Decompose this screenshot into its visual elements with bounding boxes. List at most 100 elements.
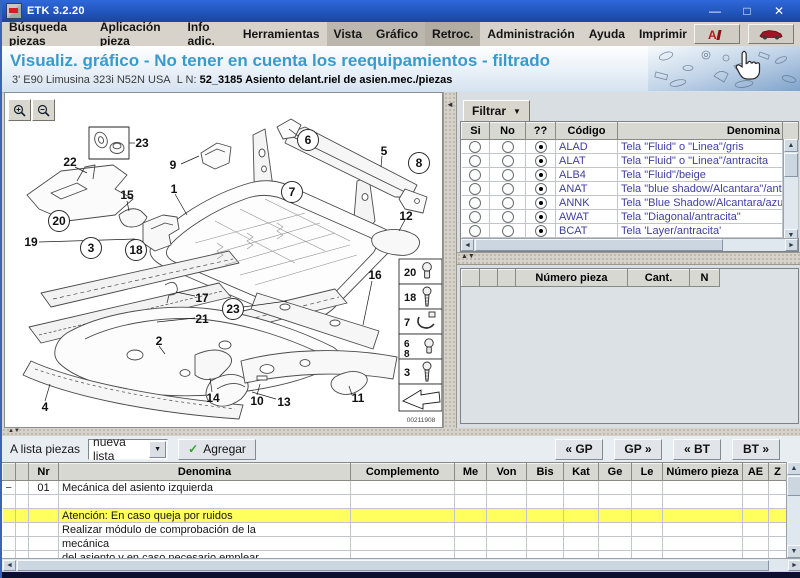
menu-herramientas[interactable]: Herramientas: [236, 22, 327, 46]
bt-col-complemento[interactable]: Complemento: [351, 464, 455, 481]
splitter-collapse-icon[interactable]: ◄: [446, 100, 454, 109]
col-denomina[interactable]: Denomina: [618, 123, 783, 140]
bottom-table-row[interactable]: mecánica: [3, 537, 787, 551]
zoom-in-button[interactable]: [8, 99, 31, 121]
parts-col-n[interactable]: N: [690, 270, 720, 287]
close-button[interactable]: ✕: [770, 4, 788, 18]
radio-unknown[interactable]: [535, 211, 547, 223]
parts-col-numero[interactable]: Número pieza: [516, 270, 628, 287]
radio-si[interactable]: [469, 155, 481, 167]
menu-vista[interactable]: Vista: [327, 22, 369, 46]
scroll-left-icon[interactable]: ◄: [461, 239, 474, 251]
bt-col-le[interactable]: Le: [632, 464, 663, 481]
next-gp-button[interactable]: GP »: [614, 439, 662, 460]
agregar-button[interactable]: ✓ Agregar: [178, 439, 256, 460]
right-horizontal-splitter[interactable]: ▲▼: [457, 252, 800, 265]
bt-col-me[interactable]: Me: [455, 464, 487, 481]
col-si[interactable]: Si: [462, 123, 490, 140]
filter-vscrollbar[interactable]: ▲ ▼: [783, 139, 798, 242]
radio-si[interactable]: [469, 211, 481, 223]
chevron-down-icon[interactable]: ▼: [149, 441, 166, 458]
bt-col-numero-pieza[interactable]: Número pieza: [663, 464, 743, 481]
splitter-arrows-icon[interactable]: ▲▼: [8, 428, 20, 434]
menu-info-adic[interactable]: Info adic.: [181, 22, 236, 46]
bt-col-von[interactable]: Von: [487, 464, 527, 481]
bt-col-kat[interactable]: Kat: [564, 464, 599, 481]
radio-unknown[interactable]: [535, 225, 547, 237]
radio-si[interactable]: [469, 225, 481, 237]
radio-no[interactable]: [502, 141, 514, 153]
radio-si[interactable]: [469, 141, 481, 153]
maximize-button[interactable]: □: [738, 4, 756, 18]
scroll-right-icon[interactable]: ►: [785, 239, 798, 251]
filter-row[interactable]: ALATTela "Fluid" o "Linea"/antracita: [462, 154, 799, 168]
bt-col-nr[interactable]: Nr: [29, 464, 59, 481]
bottom-vscroll-thumb[interactable]: [787, 476, 800, 496]
vertical-splitter[interactable]: ◄: [443, 92, 457, 428]
scroll-up-icon[interactable]: ▲: [787, 462, 800, 475]
filter-vscroll-thumb[interactable]: [784, 153, 798, 177]
scroll-right-icon[interactable]: ►: [788, 560, 800, 571]
bottom-table-row[interactable]: [3, 495, 787, 509]
list-toolbar: A lista piezas nueva lista ▼ ✓ Agregar «…: [2, 436, 800, 463]
parts-col-cant[interactable]: Cant.: [628, 270, 690, 287]
filter-row[interactable]: AWATTela "Diagonal/antracita": [462, 210, 799, 224]
radio-no[interactable]: [502, 183, 514, 195]
next-bt-button[interactable]: BT »: [732, 439, 780, 460]
splitter-arrows-icon[interactable]: ▲▼: [461, 253, 475, 260]
radio-unknown[interactable]: [535, 141, 547, 153]
radio-unknown[interactable]: [535, 183, 547, 195]
radio-si[interactable]: [469, 183, 481, 195]
radio-unknown[interactable]: [535, 155, 547, 167]
filtrar-button[interactable]: Filtrar ▼: [463, 100, 530, 122]
bt-col-ae[interactable]: AE: [743, 464, 769, 481]
radio-no[interactable]: [502, 169, 514, 181]
bottom-table-row[interactable]: Realizar módulo de comprobación de la: [3, 523, 787, 537]
filter-row[interactable]: ANNKTela "Blue Shadow/Alcantara/azul a: [462, 196, 799, 210]
col-no[interactable]: No: [490, 123, 526, 140]
radio-unknown[interactable]: [535, 197, 547, 209]
radio-si[interactable]: [469, 169, 481, 181]
scroll-up-icon[interactable]: ▲: [784, 139, 798, 152]
radio-no[interactable]: [502, 211, 514, 223]
radio-no[interactable]: [502, 155, 514, 167]
filter-hscrollbar[interactable]: ◄ ►: [461, 238, 798, 251]
bottom-table-row[interactable]: −01Mecánica del asiento izquierda: [3, 481, 787, 495]
bottom-vscrollbar[interactable]: ▲ ▼: [786, 462, 800, 558]
vehicle-button[interactable]: [748, 24, 794, 44]
filter-row[interactable]: ALADTela "Fluid" o "Linea"/gris: [462, 140, 799, 154]
filter-hscroll-thumb[interactable]: [475, 239, 723, 251]
bt-col-ge[interactable]: Ge: [599, 464, 632, 481]
zoom-out-button[interactable]: [32, 99, 55, 121]
menu-aplicacion-pieza[interactable]: Aplicación pieza: [93, 22, 181, 46]
bottom-hscroll-thumb[interactable]: [17, 560, 769, 571]
bottom-hscrollbar[interactable]: ◄ ►: [2, 558, 800, 571]
radio-no[interactable]: [502, 197, 514, 209]
radio-si[interactable]: [469, 197, 481, 209]
col-codigo[interactable]: Código: [556, 123, 618, 140]
parts-info-a-button[interactable]: A: [694, 24, 740, 44]
prev-bt-button[interactable]: « BT: [673, 439, 721, 460]
menu-busqueda-piezas[interactable]: Búsqueda piezas: [2, 22, 93, 46]
bottom-table-row[interactable]: Atención: En caso queja por ruidos: [3, 509, 787, 523]
menu-ayuda[interactable]: Ayuda: [582, 22, 632, 46]
filter-row[interactable]: ALB4Tela "Fluid"/beige: [462, 168, 799, 182]
scroll-down-icon[interactable]: ▼: [787, 545, 800, 558]
bt-col-denomina[interactable]: Denomina: [59, 464, 351, 481]
radio-no[interactable]: [502, 225, 514, 237]
scroll-left-icon[interactable]: ◄: [3, 560, 16, 571]
bt-col-z[interactable]: Z: [769, 464, 787, 481]
menu-administracion[interactable]: Administración: [480, 22, 581, 46]
menu-grafico[interactable]: Gráfico: [369, 22, 425, 46]
prev-gp-button[interactable]: « GP: [555, 439, 603, 460]
radio-unknown[interactable]: [535, 169, 547, 181]
list-select[interactable]: nueva lista ▼: [88, 439, 168, 460]
bt-col-bis[interactable]: Bis: [527, 464, 564, 481]
fabric-code: ANAT: [556, 182, 618, 196]
menu-imprimir[interactable]: Imprimir: [632, 22, 694, 46]
minimize-button[interactable]: —: [706, 4, 724, 18]
filter-row[interactable]: ANATTela "blue shadow/Alcantara"/antra: [462, 182, 799, 196]
filter-row[interactable]: BCATTela 'Layer/antracita': [462, 224, 799, 238]
menu-retroc[interactable]: Retroc.: [425, 22, 480, 46]
col-unknown[interactable]: ??: [526, 123, 556, 140]
